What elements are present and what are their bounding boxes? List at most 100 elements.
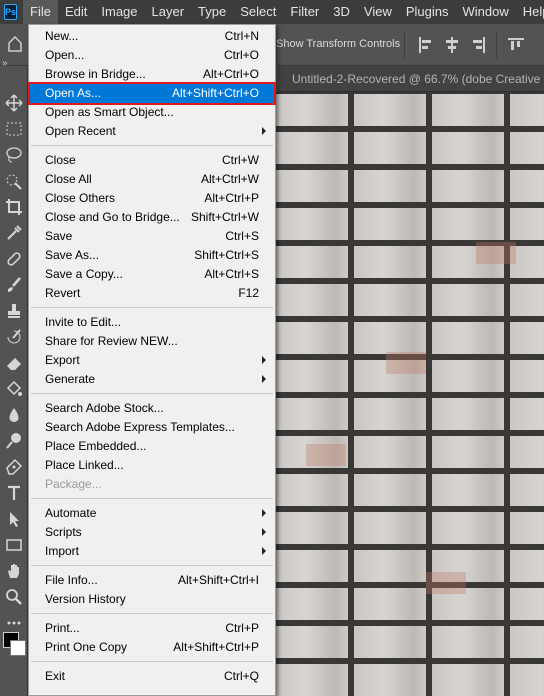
menu-item-search-adobe-stock[interactable]: Search Adobe Stock... — [30, 399, 274, 418]
menu-edit[interactable]: Edit — [58, 0, 94, 24]
brush-tool-icon[interactable] — [5, 276, 23, 294]
marquee-tool-icon[interactable] — [5, 120, 23, 138]
submenu-arrow-icon — [262, 509, 266, 517]
move-tool-icon[interactable] — [5, 94, 23, 112]
submenu-arrow-icon — [262, 375, 266, 383]
menu-item-file-info[interactable]: File Info... Alt+Shift+Ctrl+I — [30, 571, 274, 590]
menu-item-invite-to-edit[interactable]: Invite to Edit... — [30, 313, 274, 332]
menu-item-open-recent[interactable]: Open Recent — [30, 122, 274, 141]
tools-panel: » — [0, 58, 28, 696]
menu-item-shortcut: Alt+Ctrl+O — [202, 67, 259, 81]
menu-item-exit[interactable]: Exit Ctrl+Q — [30, 667, 274, 686]
zoom-tool-icon[interactable] — [5, 588, 23, 606]
history-brush-tool-icon[interactable] — [5, 328, 23, 346]
align-center-icon[interactable] — [444, 37, 460, 53]
menu-item-label: Place Linked... — [45, 458, 124, 472]
menu-item-share-for-review-new[interactable]: Share for Review NEW... — [30, 332, 274, 351]
submenu-arrow-icon — [262, 127, 266, 135]
panel-collapse-icon[interactable]: » — [2, 58, 8, 69]
menu-item-label: Version History — [45, 592, 126, 606]
background-color-swatch[interactable] — [10, 640, 26, 656]
menu-item-place-embedded[interactable]: Place Embedded... — [30, 437, 274, 456]
menu-item-new[interactable]: New... Ctrl+N — [30, 27, 274, 46]
menu-item-shortcut: Alt+Shift+Ctrl+I — [177, 573, 259, 587]
menu-window[interactable]: Window — [455, 0, 515, 24]
menu-item-label: Open... — [45, 48, 85, 62]
menu-select[interactable]: Select — [233, 0, 283, 24]
menu-item-save-a-copy[interactable]: Save a Copy... Alt+Ctrl+S — [30, 265, 274, 284]
menu-item-label: Save As... — [45, 248, 100, 262]
menu-layer[interactable]: Layer — [145, 0, 192, 24]
clone-stamp-tool-icon[interactable] — [5, 302, 23, 320]
menu-divider — [31, 661, 273, 662]
menu-item-label: Search Adobe Stock... — [45, 401, 164, 415]
menu-item-save[interactable]: Save Ctrl+S — [30, 227, 274, 246]
menu-item-shortcut: Shift+Ctrl+W — [190, 210, 259, 224]
menu-item-package: Package... — [30, 475, 274, 494]
menu-view[interactable]: View — [357, 0, 399, 24]
menu-item-shortcut: Ctrl+O — [223, 48, 259, 62]
menu-type[interactable]: Type — [191, 0, 233, 24]
show-transform-controls-label[interactable]: Show Transform Controls — [276, 38, 400, 50]
menu-item-open-as[interactable]: Open As... Alt+Shift+Ctrl+O — [28, 82, 276, 105]
document-tab-title: Untitled-2-Recovered @ 66.7% (dobe Creat… — [292, 72, 544, 86]
menu-item-browse-in-bridge[interactable]: Browse in Bridge... Alt+Ctrl+O — [30, 65, 274, 84]
crop-tool-icon[interactable] — [5, 198, 23, 216]
menu-item-revert[interactable]: Revert F12 — [30, 284, 274, 303]
menu-item-save-as[interactable]: Save As... Shift+Ctrl+S — [30, 246, 274, 265]
dodge-tool-icon[interactable] — [5, 432, 23, 450]
menu-filter[interactable]: Filter — [283, 0, 326, 24]
quick-selection-tool-icon[interactable] — [5, 172, 23, 190]
healing-brush-tool-icon[interactable] — [5, 250, 23, 268]
menu-item-close[interactable]: Close Ctrl+W — [30, 151, 274, 170]
hand-tool-icon[interactable] — [5, 562, 23, 580]
menu-item-version-history[interactable]: Version History — [30, 590, 274, 609]
menu-item-place-linked[interactable]: Place Linked... — [30, 456, 274, 475]
path-selection-tool-icon[interactable] — [5, 510, 23, 528]
menu-item-label: Open as Smart Object... — [45, 105, 174, 119]
menu-item-print[interactable]: Print... Ctrl+P — [30, 619, 274, 638]
eraser-tool-icon[interactable] — [5, 354, 23, 372]
menu-item-export[interactable]: Export — [30, 351, 274, 370]
pen-tool-icon[interactable] — [5, 458, 23, 476]
menu-item-import[interactable]: Import — [30, 542, 274, 561]
align-right-icon[interactable] — [470, 37, 486, 53]
menu-item-automate[interactable]: Automate — [30, 504, 274, 523]
menu-item-shortcut: Alt+Ctrl+S — [204, 267, 259, 281]
menu-help[interactable]: Help — [516, 0, 544, 24]
menu-item-generate[interactable]: Generate — [30, 370, 274, 389]
menu-item-print-one-copy[interactable]: Print One Copy Alt+Shift+Ctrl+P — [30, 638, 274, 657]
menu-item-close-all[interactable]: Close All Alt+Ctrl+W — [30, 170, 274, 189]
document-tab[interactable]: Untitled-2-Recovered @ 66.7% (dobe Creat… — [278, 66, 544, 92]
menu-item-label: Export — [45, 353, 80, 367]
eyedropper-tool-icon[interactable] — [5, 224, 23, 242]
document-canvas[interactable] — [276, 92, 544, 696]
menu-item-shortcut: Alt+Shift+Ctrl+O — [171, 86, 259, 100]
menu-item-scripts[interactable]: Scripts — [30, 523, 274, 542]
type-tool-icon[interactable] — [5, 484, 23, 502]
menu-item-search-adobe-express-templates[interactable]: Search Adobe Express Templates... — [30, 418, 274, 437]
lasso-tool-icon[interactable] — [5, 146, 23, 164]
brick-tint — [306, 444, 346, 466]
menu-image[interactable]: Image — [94, 0, 144, 24]
menu-plugins[interactable]: Plugins — [399, 0, 456, 24]
home-icon[interactable] — [8, 35, 22, 52]
brick-tint — [476, 242, 516, 264]
menu-item-label: Search Adobe Express Templates... — [45, 420, 235, 434]
menu-item-close-others[interactable]: Close Others Alt+Ctrl+P — [30, 189, 274, 208]
menu-item-close-and-go-to-bridge[interactable]: Close and Go to Bridge... Shift+Ctrl+W — [30, 208, 274, 227]
align-top-icon[interactable] — [508, 37, 524, 53]
paint-bucket-tool-icon[interactable] — [5, 380, 23, 398]
menu-file[interactable]: File — [23, 0, 58, 24]
menu-item-open[interactable]: Open... Ctrl+O — [30, 46, 274, 65]
menu-item-shortcut: Ctrl+W — [222, 153, 259, 167]
menu-item-label: Package... — [45, 477, 102, 491]
menu-3d[interactable]: 3D — [326, 0, 357, 24]
blur-tool-icon[interactable] — [5, 406, 23, 424]
more-tools-icon[interactable] — [5, 614, 23, 632]
menu-item-label: Share for Review NEW... — [45, 334, 178, 348]
menu-item-label: Open As... — [45, 86, 102, 100]
rectangle-tool-icon[interactable] — [5, 536, 23, 554]
menu-item-open-as-smart-object[interactable]: Open as Smart Object... — [30, 103, 274, 122]
align-left-icon[interactable] — [418, 37, 434, 53]
